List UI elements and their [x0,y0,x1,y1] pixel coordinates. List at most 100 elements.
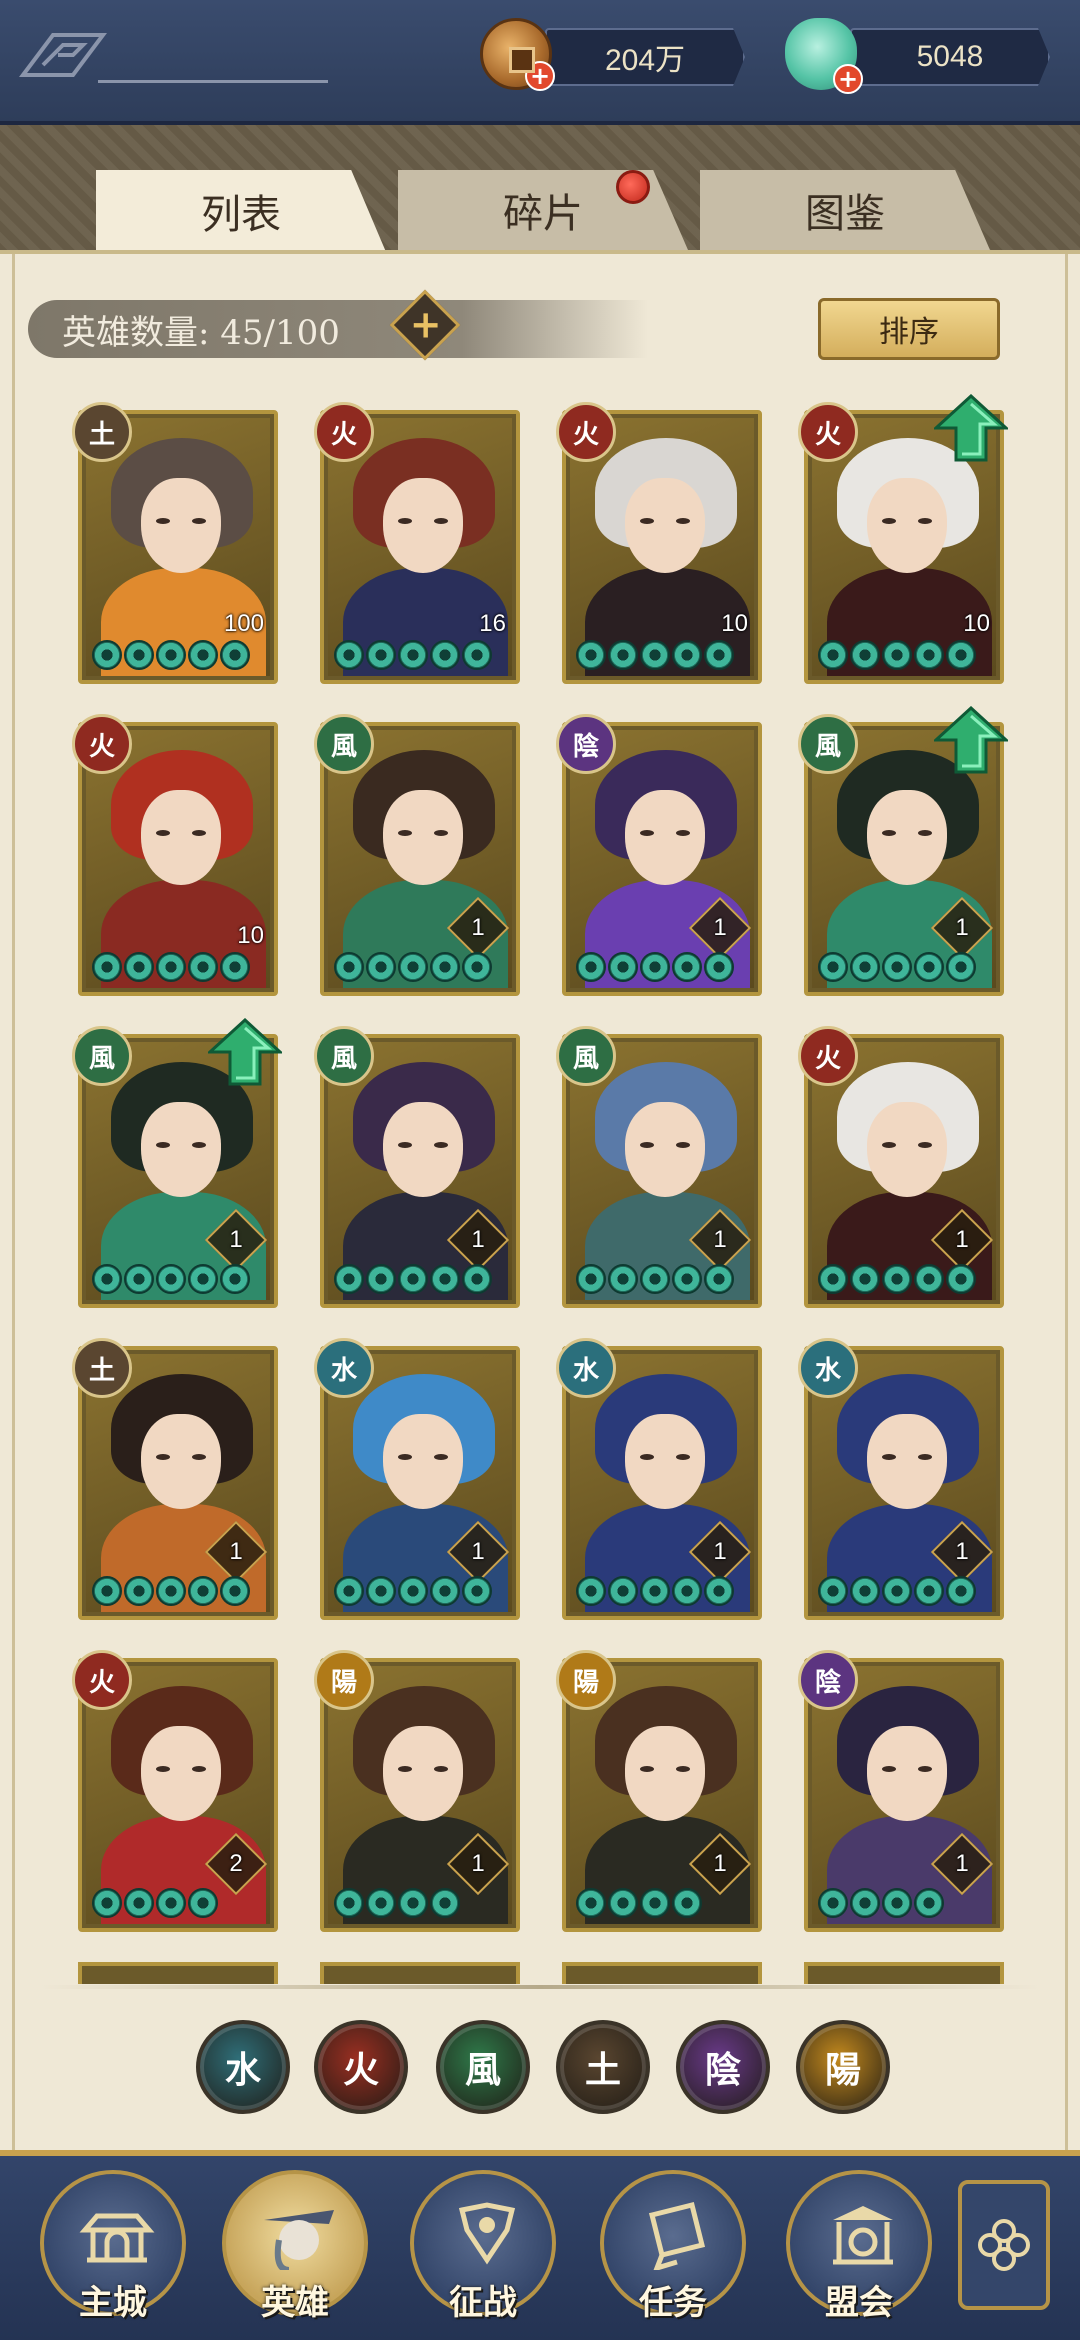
element-filter-button[interactable]: 陽 [796,2020,890,2114]
hero-card[interactable]: 陰1 [556,714,762,996]
star-rank [576,1264,734,1300]
nav-label: 盟会 [825,2283,893,2323]
star-rank-icon [366,1888,396,1918]
hero-level: 10 [237,922,264,950]
hero-card-partial[interactable] [320,1962,520,1984]
star-rank-icon [608,1888,638,1918]
hero-portrait-icon [264,2210,334,2270]
star-rank-icon [946,640,976,670]
hero-card[interactable]: 陰1 [798,1650,1004,1932]
hero-card[interactable]: 土 100 [72,402,278,684]
star-rank-icon [914,640,944,670]
hero-card[interactable]: 陽1 [556,1650,762,1932]
star-rank-icon [608,952,638,982]
star-rank-icon [704,640,734,670]
hero-card[interactable]: 土1 [72,1338,278,1620]
hero-card[interactable]: 水1 [798,1338,1004,1620]
star-rank-icon [430,1888,460,1918]
element-filter-button[interactable]: 水 [196,2020,290,2114]
menu-button[interactable] [958,2180,1050,2310]
hero-card[interactable]: 火 10 [72,714,278,996]
star-rank-icon [914,1264,944,1294]
element-badge: 土 [72,1338,132,1398]
battle-icon [458,2202,516,2265]
upgrade-arrow-icon [208,1018,282,1086]
star-rank [576,640,734,676]
add-coin-button[interactable]: + [525,61,555,91]
hero-card[interactable]: 風1 [798,706,1008,996]
tab-list[interactable]: 列表 [96,170,386,252]
nav-label: 英雄 [261,2283,329,2323]
element-filter-label: 水 [224,2050,261,2091]
star-rank-icon [462,952,492,982]
element-badge: 風 [556,1026,616,1086]
star-rank-icon [640,640,670,670]
star-rank [576,952,734,988]
star-rank-icon [366,1576,396,1606]
element-filter-button[interactable]: 風 [436,2020,530,2114]
star-rank-icon [576,1888,606,1918]
hero-card[interactable]: 火 10 [556,402,762,684]
jade-counter[interactable]: 5048 [850,28,1050,86]
element-filter-button[interactable]: 土 [556,2020,650,2114]
coin-counter[interactable]: 204万 [545,28,745,86]
star-rank-icon [914,1576,944,1606]
hero-card[interactable]: 陽1 [314,1650,520,1932]
hero-card[interactable]: 風1 [314,1026,520,1308]
star-rank-icon [576,640,606,670]
element-badge: 陽 [314,1650,374,1710]
element-badge: 陽 [556,1650,616,1710]
top-bar: 204万 + 5048 + [0,0,1080,125]
hero-card[interactable]: 水1 [556,1338,762,1620]
hero-card[interactable]: 火2 [72,1650,278,1932]
upgrade-arrow-icon [934,394,1008,462]
star-rank-icon [914,952,944,982]
coin-value: 204万 [604,44,686,77]
star-rank [334,952,492,988]
element-filter-button[interactable]: 陰 [676,2020,770,2114]
hero-card-partial[interactable] [562,1962,762,1984]
star-rank-icon [430,1264,460,1294]
star-rank-icon [850,1264,880,1294]
element-filter-label: 風 [464,2050,501,2091]
add-jade-button[interactable]: + [833,64,863,94]
star-rank-icon [188,1888,218,1918]
star-rank-icon [818,640,848,670]
element-badge: 水 [314,1338,374,1398]
star-rank-icon [188,952,218,982]
hero-card[interactable]: 火 16 [314,402,520,684]
star-rank-icon [914,1888,944,1918]
star-rank-icon [220,952,250,982]
hero-level: 16 [479,610,506,638]
star-rank-icon [462,640,492,670]
element-filter-label: 土 [584,2050,621,2091]
star-rank-icon [92,1576,122,1606]
element-badge: 陰 [798,1650,858,1710]
star-rank-icon [92,1888,122,1918]
hero-level-value: 1 [229,1226,243,1253]
hero-card[interactable]: 火1 [798,1026,1004,1308]
star-rank-icon [430,952,460,982]
hero-card[interactable]: 風1 [556,1026,762,1308]
hero-card[interactable]: 風1 [72,1018,282,1308]
tab-codex[interactable]: 图鉴 [700,170,990,250]
hero-level-value: 1 [471,1850,485,1877]
hero-card-partial[interactable] [804,1962,1004,1984]
hero-card-partial[interactable] [78,1962,278,1984]
hero-level-value: 1 [713,1850,727,1877]
star-rank [818,1576,976,1612]
hero-level-value: 100 [223,610,264,637]
hero-card[interactable]: 水1 [314,1338,520,1620]
hero-level-value: 10 [237,922,264,949]
sort-button[interactable]: 排序 [818,298,1000,360]
back-button[interactable] [18,30,328,90]
hero-level-value: 1 [955,1226,969,1253]
star-rank-icon [640,1888,670,1918]
element-filter-button[interactable]: 火 [314,2020,408,2114]
star-rank-icon [672,640,702,670]
element-badge: 水 [556,1338,616,1398]
hero-card[interactable]: 火 10 [798,394,1008,684]
star-rank-icon [850,952,880,982]
star-rank-icon [672,1576,702,1606]
hero-card[interactable]: 風1 [314,714,520,996]
